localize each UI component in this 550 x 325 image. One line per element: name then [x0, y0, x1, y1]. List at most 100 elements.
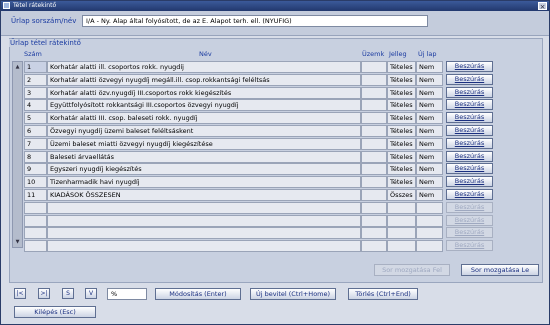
- cell-szam[interactable]: [24, 215, 47, 227]
- table-scrollbar[interactable]: ▲ ▼: [12, 61, 23, 248]
- cell-szam[interactable]: 3: [24, 87, 47, 99]
- insert-row-button[interactable]: Beszúrás: [446, 61, 493, 72]
- insert-row-button[interactable]: Beszúrás: [446, 74, 493, 85]
- cell-ujlap[interactable]: [416, 227, 443, 239]
- insert-row-button[interactable]: Beszúrás: [446, 189, 493, 200]
- cell-szam[interactable]: 6: [24, 125, 47, 137]
- cell-uzemk[interactable]: [361, 99, 387, 111]
- cell-szam[interactable]: 5: [24, 112, 47, 124]
- cell-szam[interactable]: 7: [24, 138, 47, 150]
- cell-jelleg[interactable]: [387, 215, 416, 227]
- cell-szam[interactable]: [24, 202, 47, 214]
- modify-button[interactable]: Módosítás (Enter): [155, 288, 241, 300]
- v-button[interactable]: V: [85, 288, 97, 299]
- cell-uzemk[interactable]: [361, 74, 387, 86]
- delete-button[interactable]: Törlés (Ctrl+End): [348, 288, 418, 300]
- cell-uzemk[interactable]: [361, 138, 387, 150]
- insert-row-button[interactable]: Beszúrás: [446, 112, 493, 123]
- cell-ujlap[interactable]: Nem: [416, 125, 443, 137]
- cell-ujlap[interactable]: Nem: [416, 176, 443, 188]
- scroll-up-icon[interactable]: ▲: [13, 63, 22, 71]
- insert-row-button[interactable]: Beszúrás: [446, 125, 493, 136]
- cell-nev[interactable]: Üzemi baleset miatti özvegyi nyugdíj kie…: [47, 138, 361, 150]
- cell-jelleg[interactable]: [387, 202, 416, 214]
- cell-jelleg[interactable]: [387, 227, 416, 239]
- cell-szam[interactable]: [24, 227, 47, 239]
- cell-uzemk[interactable]: [361, 125, 387, 137]
- percent-field[interactable]: %: [107, 288, 147, 300]
- cell-szam[interactable]: 4: [24, 99, 47, 111]
- cell-jelleg[interactable]: Tételes: [387, 125, 416, 137]
- cell-jelleg[interactable]: [387, 240, 416, 252]
- first-record-button[interactable]: |<: [14, 288, 26, 299]
- insert-row-button[interactable]: Beszúrás: [446, 87, 493, 98]
- cell-uzemk[interactable]: [361, 176, 387, 188]
- cell-ujlap[interactable]: Nem: [416, 138, 443, 150]
- cell-szam[interactable]: 2: [24, 74, 47, 86]
- cell-jelleg[interactable]: Tételes: [387, 138, 416, 150]
- cell-nev[interactable]: Baleseti árvaellátás: [47, 151, 361, 163]
- cell-uzemk[interactable]: [361, 215, 387, 227]
- insert-row-button[interactable]: Beszúrás: [446, 151, 493, 162]
- cell-uzemk[interactable]: [361, 163, 387, 175]
- cell-ujlap[interactable]: [416, 240, 443, 252]
- cell-nev[interactable]: [47, 240, 361, 252]
- cell-jelleg[interactable]: Tételes: [387, 61, 416, 73]
- close-icon[interactable]: ×: [538, 2, 547, 11]
- cell-uzemk[interactable]: [361, 151, 387, 163]
- insert-row-button[interactable]: Beszúrás: [446, 163, 493, 174]
- cell-jelleg[interactable]: Tételes: [387, 87, 416, 99]
- cell-nev[interactable]: Korhatár alatti III. csop. baleseti rokk…: [47, 112, 361, 124]
- cell-jelleg[interactable]: Tételes: [387, 112, 416, 124]
- cell-nev[interactable]: [47, 227, 361, 239]
- cell-nev[interactable]: Özvegyi nyugdíj üzemi baleset feléltsásk…: [47, 125, 361, 137]
- insert-row-button[interactable]: Beszúrás: [446, 227, 493, 238]
- cell-szam[interactable]: 9: [24, 163, 47, 175]
- cell-nev[interactable]: Korhatár alatti özvegyi nyugdíj megáll.i…: [47, 74, 361, 86]
- cell-szam[interactable]: 8: [24, 151, 47, 163]
- s-button[interactable]: S: [62, 288, 74, 299]
- cell-uzemk[interactable]: [361, 227, 387, 239]
- cell-ujlap[interactable]: Nem: [416, 87, 443, 99]
- scroll-down-icon[interactable]: ▼: [13, 238, 22, 246]
- cell-nev[interactable]: KIADÁSOK ÖSSZESEN: [47, 189, 361, 201]
- cell-ujlap[interactable]: [416, 202, 443, 214]
- insert-row-button[interactable]: Beszúrás: [446, 240, 493, 251]
- cell-szam[interactable]: 10: [24, 176, 47, 188]
- cell-ujlap[interactable]: Nem: [416, 74, 443, 86]
- cell-nev[interactable]: Együttfolyósított rokkantsági III.csopor…: [47, 99, 361, 111]
- cell-szam[interactable]: 1: [24, 61, 47, 73]
- form-name-field[interactable]: I/A - Ny. Alap által folyósított, de az …: [82, 15, 428, 27]
- cell-jelleg[interactable]: Tételes: [387, 74, 416, 86]
- cell-nev[interactable]: Korhatár alatti ill. csoportos rokk. nyu…: [47, 61, 361, 73]
- insert-row-button[interactable]: Beszúrás: [446, 138, 493, 149]
- cell-ujlap[interactable]: Nem: [416, 99, 443, 111]
- cell-uzemk[interactable]: [361, 202, 387, 214]
- last-record-button[interactable]: >|: [38, 288, 50, 299]
- cell-szam[interactable]: 11: [24, 189, 47, 201]
- cell-ujlap[interactable]: Nem: [416, 61, 443, 73]
- cell-uzemk[interactable]: [361, 112, 387, 124]
- cell-uzemk[interactable]: [361, 189, 387, 201]
- insert-row-button[interactable]: Beszúrás: [446, 202, 493, 213]
- cell-uzemk[interactable]: [361, 240, 387, 252]
- insert-row-button[interactable]: Beszúrás: [446, 215, 493, 226]
- cell-nev[interactable]: Korhatár alatti özv.nyugdíj III.csoporto…: [47, 87, 361, 99]
- cell-ujlap[interactable]: Nem: [416, 189, 443, 201]
- insert-row-button[interactable]: Beszúrás: [446, 176, 493, 187]
- cell-jelleg[interactable]: Tételes: [387, 99, 416, 111]
- cell-jelleg[interactable]: Tételes: [387, 163, 416, 175]
- cell-nev[interactable]: [47, 215, 361, 227]
- cell-uzemk[interactable]: [361, 87, 387, 99]
- exit-button[interactable]: Kilépés (Esc): [14, 306, 96, 318]
- cell-szam[interactable]: [24, 240, 47, 252]
- cell-ujlap[interactable]: [416, 215, 443, 227]
- cell-ujlap[interactable]: Nem: [416, 112, 443, 124]
- move-down-button[interactable]: Sor mozgatása Le: [461, 264, 539, 276]
- cell-jelleg[interactable]: Tételes: [387, 176, 416, 188]
- cell-jelleg[interactable]: Tételes: [387, 151, 416, 163]
- cell-nev[interactable]: [47, 202, 361, 214]
- cell-ujlap[interactable]: Nem: [416, 163, 443, 175]
- cell-jelleg[interactable]: Összes: [387, 189, 416, 201]
- move-up-button[interactable]: Sor mozgatása Fel: [374, 264, 450, 276]
